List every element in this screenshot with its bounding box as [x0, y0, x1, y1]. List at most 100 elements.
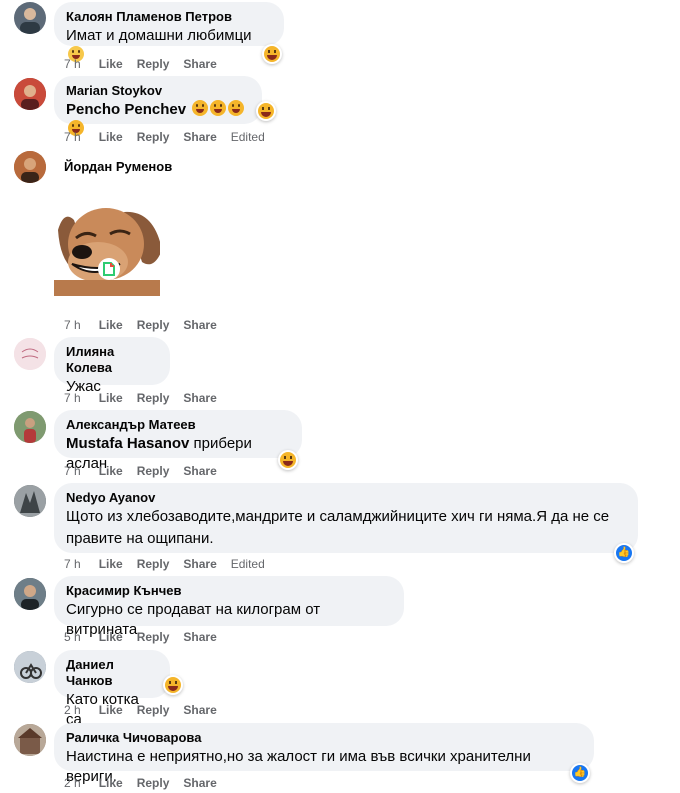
like-button[interactable]: Like — [99, 556, 123, 572]
reply-button[interactable]: Reply — [137, 702, 170, 718]
comment-time[interactable]: 7 h — [64, 390, 81, 406]
reply-button[interactable]: Reply — [137, 629, 170, 645]
avatar[interactable] — [14, 151, 46, 183]
comment-time[interactable]: 2 h — [64, 775, 81, 791]
share-button[interactable]: Share — [183, 629, 216, 645]
share-button[interactable]: Share — [183, 317, 216, 333]
avatar[interactable] — [14, 78, 46, 110]
comment-bubble: Marian Stoykov Pencho Penchev — [54, 76, 262, 136]
reply-button[interactable]: Reply — [137, 56, 170, 72]
avatar[interactable] — [14, 651, 46, 683]
avatar[interactable] — [14, 411, 46, 443]
comment-author[interactable]: Красимир Кънчев — [66, 583, 392, 599]
mention-link[interactable]: Mustafa Hasanov — [66, 435, 189, 452]
avatar-photo-icon — [14, 724, 46, 756]
comment-actions: 7 h Like Reply Share — [64, 317, 231, 333]
comment-author[interactable]: Александър Матеев — [66, 417, 290, 433]
tears-of-joy-icon — [228, 100, 245, 116]
like-reaction-icon: 👍 — [572, 765, 588, 781]
reply-button[interactable]: Reply — [137, 317, 170, 333]
avatar[interactable] — [14, 724, 46, 756]
share-button[interactable]: Share — [183, 56, 216, 72]
mention-link[interactable]: Pencho Penchev — [66, 101, 186, 118]
reply-button[interactable]: Reply — [137, 775, 170, 791]
avatar-photo-icon — [14, 411, 46, 443]
comment-text: Щото из хлебозаводите,мандрите и саламдж… — [66, 507, 626, 549]
like-reaction-badge[interactable]: 👍 — [614, 543, 634, 563]
comment-bubble: Nedyo Ayanov Щото из хлебозаводите,мандр… — [54, 483, 638, 553]
comment-actions: 2 h Like Reply Share — [64, 702, 231, 718]
haha-reaction-icon — [258, 103, 274, 119]
comment-bubble: Илияна Колева Ужас — [54, 337, 170, 395]
share-button[interactable]: Share — [183, 702, 216, 718]
comment-time[interactable]: 7 h — [64, 556, 81, 572]
comment-time[interactable]: 2 h — [64, 702, 81, 718]
comment-author[interactable]: Marian Stoykov — [66, 83, 250, 99]
haha-reaction-badge[interactable] — [256, 101, 276, 121]
like-button[interactable]: Like — [99, 775, 123, 791]
haha-reaction-badge[interactable] — [262, 44, 282, 64]
giphy-logo-icon — [98, 258, 120, 280]
edited-label: Edited — [230, 130, 265, 144]
comment-time[interactable]: 7 h — [64, 56, 81, 72]
like-button[interactable]: Like — [99, 390, 123, 406]
comment-text-line: Щото из хлебозаводите,мандрите и саламдж… — [66, 508, 610, 525]
avatar[interactable] — [14, 578, 46, 610]
comment-time[interactable]: 7 h — [64, 317, 81, 333]
share-button[interactable]: Share — [183, 556, 216, 572]
reply-button[interactable]: Reply — [137, 129, 170, 145]
comment-actions: 7 h Like Reply Share Edited — [64, 556, 279, 572]
comment-author[interactable]: Йордан Руменов — [64, 159, 172, 175]
like-button[interactable]: Like — [99, 463, 123, 479]
comment-author[interactable]: Илияна Колева — [66, 344, 158, 376]
avatar-photo-icon — [14, 578, 46, 610]
comment-time[interactable]: 7 h — [64, 463, 81, 479]
edited-label: Edited — [230, 557, 265, 571]
avatar[interactable] — [14, 338, 46, 370]
haha-reaction-icon — [280, 452, 296, 468]
like-button[interactable]: Like — [99, 129, 123, 145]
like-reaction-badge[interactable]: 👍 — [570, 763, 590, 783]
comment-author[interactable]: Даниел Чанков — [66, 657, 158, 689]
comment-actions: 7 h Like Reply Share — [64, 463, 231, 479]
share-button[interactable]: Share — [183, 775, 216, 791]
comment-author[interactable]: Раличка Чичоварова — [66, 730, 582, 746]
share-button[interactable]: Share — [183, 463, 216, 479]
comment-bubble: Красимир Кънчев Сигурно се продават на к… — [54, 576, 404, 638]
avatar-photo-icon — [14, 338, 46, 370]
avatar[interactable] — [14, 2, 46, 34]
comment-time[interactable]: 5 h — [64, 629, 81, 645]
avatar-photo-icon — [14, 485, 46, 517]
comment-actions: 7 h Like Reply Share — [64, 56, 231, 72]
dog-laughing-gif[interactable] — [54, 190, 162, 296]
comment-actions: 7 h Like Reply Share — [64, 390, 231, 406]
share-button[interactable]: Share — [183, 390, 216, 406]
comment-bubble: Даниел Чанков Като котка са — [54, 650, 170, 728]
comment-bubble: Александър Матеев Mustafa Hasanov прибер… — [54, 410, 302, 472]
comment-actions: 7 h Like Reply Share Edited — [64, 129, 279, 145]
like-button[interactable]: Like — [99, 56, 123, 72]
haha-reaction-icon — [165, 677, 181, 693]
like-button[interactable]: Like — [99, 317, 123, 333]
reply-button[interactable]: Reply — [137, 390, 170, 406]
share-button[interactable]: Share — [183, 129, 216, 145]
comment-bubble: Раличка Чичоварова Наистина е неприятно,… — [54, 723, 594, 785]
like-button[interactable]: Like — [99, 629, 123, 645]
comment-actions: 2 h Like Reply Share — [64, 775, 231, 791]
comment-author[interactable]: Nedyo Ayanov — [66, 490, 626, 506]
haha-reaction-badge[interactable] — [163, 675, 183, 695]
haha-reaction-badge[interactable] — [278, 450, 298, 470]
avatar-photo-icon — [14, 151, 46, 183]
comment-time[interactable]: 7 h — [64, 129, 81, 145]
tears-of-joy-icon — [192, 100, 209, 116]
reply-button[interactable]: Reply — [137, 556, 170, 572]
comment-actions: 5 h Like Reply Share — [64, 629, 231, 645]
reply-button[interactable]: Reply — [137, 463, 170, 479]
comment-author[interactable]: Калоян Пламенов Петров — [66, 9, 272, 25]
comment-text-line: правите на ощипани. — [66, 530, 214, 547]
like-reaction-icon: 👍 — [616, 545, 632, 561]
like-button[interactable]: Like — [99, 702, 123, 718]
avatar-photo-icon — [20, 8, 40, 34]
haha-reaction-icon — [264, 46, 280, 62]
avatar[interactable] — [14, 485, 46, 517]
